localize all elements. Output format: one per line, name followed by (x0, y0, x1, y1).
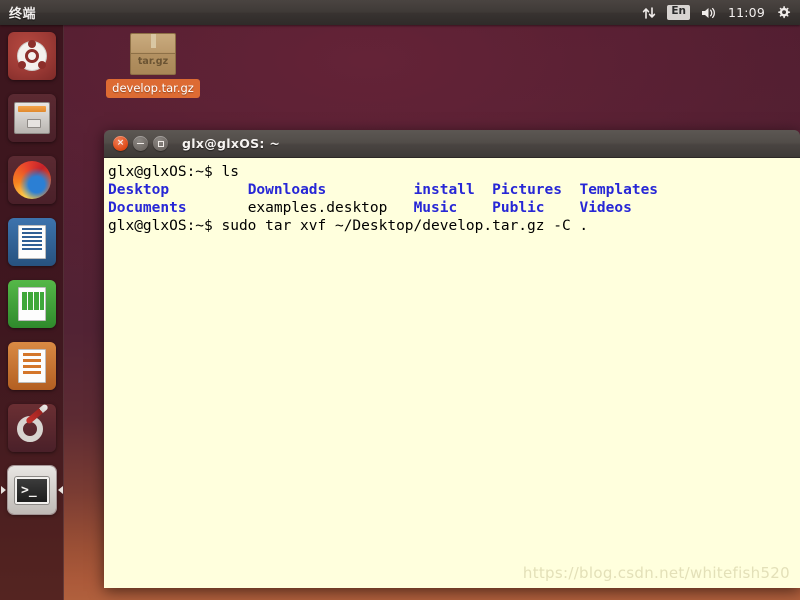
firefox-icon (8, 156, 56, 204)
gear-icon[interactable] (776, 0, 791, 25)
focused-indicator-icon (58, 486, 63, 494)
close-button[interactable]: × (113, 136, 128, 151)
minimize-button[interactable] (133, 136, 148, 151)
terminal-body[interactable]: glx@glxOS:~$ ls Desktop Downloads instal… (104, 158, 800, 588)
terminal-titlebar[interactable]: × glx@glxOS: ~ (104, 130, 800, 158)
launcher-item-firefox[interactable] (0, 149, 64, 211)
minimize-icon (137, 143, 144, 145)
terminal-window[interactable]: × glx@glxOS: ~ glx@glxOS:~$ ls Desktop D… (104, 130, 800, 588)
terminal-window-title: glx@glxOS: ~ (182, 136, 280, 151)
network-icon[interactable] (642, 0, 656, 25)
volume-icon[interactable] (701, 0, 717, 25)
maximize-button[interactable] (153, 136, 168, 151)
launcher-item-system-settings[interactable] (0, 397, 64, 459)
presentation-icon (8, 342, 56, 390)
launcher-item-libreoffice-calc[interactable] (0, 273, 64, 335)
launcher-item-terminal[interactable]: >_ (0, 459, 64, 521)
spreadsheet-icon (8, 280, 56, 328)
archive-box-icon: tar.gz (130, 33, 176, 75)
desktop-icon-develop-targz[interactable]: tar.gz develop.tar.gz (105, 33, 201, 98)
keyboard-layout-label: En (667, 5, 690, 20)
gear-wrench-icon (8, 404, 56, 452)
launcher-item-libreoffice-writer[interactable] (0, 211, 64, 273)
launcher-item-ubuntu-dash[interactable] (0, 25, 64, 87)
launcher-item-trash[interactable] (0, 589, 64, 600)
file-cabinet-icon (8, 94, 56, 142)
desktop-icon-filename: develop.tar.gz (106, 79, 200, 98)
watermark-text: https://blog.csdn.net/whitefish520 (523, 564, 790, 582)
running-indicator-icon (1, 486, 6, 494)
panel-app-title[interactable]: 终端 (9, 3, 36, 22)
unity-launcher: >_ (0, 25, 64, 600)
trash-icon (8, 596, 56, 600)
launcher-item-libreoffice-impress[interactable] (0, 335, 64, 397)
terminal-output[interactable]: glx@glxOS:~$ ls Desktop Downloads instal… (106, 163, 800, 235)
top-panel: 终端 En 11:09 (0, 0, 800, 25)
terminal-icon: >_ (8, 466, 56, 514)
panel-indicators: En 11:09 (642, 0, 800, 25)
document-icon (8, 218, 56, 266)
clock[interactable]: 11:09 (728, 0, 765, 25)
archive-type-label: tar.gz (138, 56, 168, 67)
maximize-icon (158, 141, 164, 147)
launcher-item-files[interactable] (0, 87, 64, 149)
close-icon: × (117, 139, 125, 148)
ubuntu-logo-icon (8, 32, 56, 80)
keyboard-layout-indicator[interactable]: En (667, 0, 690, 25)
